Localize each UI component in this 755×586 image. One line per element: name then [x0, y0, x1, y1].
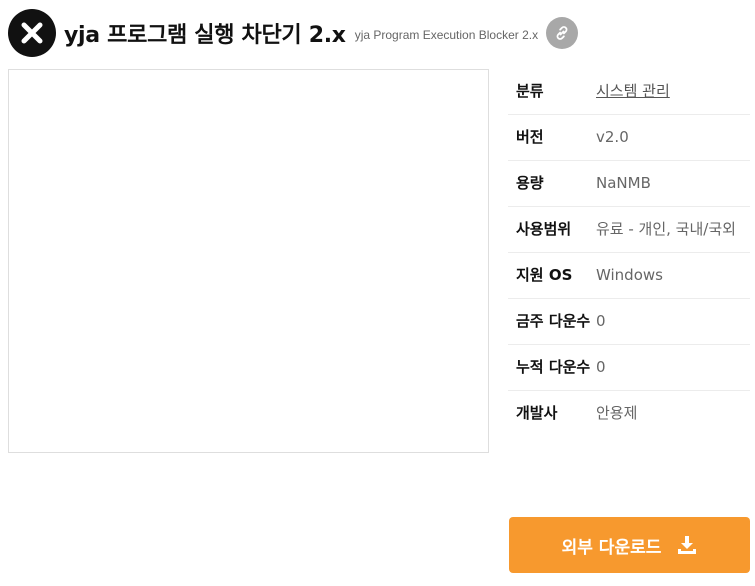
- page-subtitle: yja Program Execution Blocker 2.x: [354, 28, 539, 42]
- info-value: 0: [596, 312, 606, 330]
- info-label: 금주 다운수: [516, 312, 591, 330]
- info-value: 0: [596, 358, 606, 376]
- download-icon: [677, 535, 697, 555]
- info-value: NaNMB: [596, 174, 651, 192]
- page-header: yja 프로그램 실행 차단기 2.x yja Program Executio…: [8, 8, 579, 58]
- info-row-os: 지원 OS Windows: [508, 253, 750, 299]
- info-value: 안용제: [596, 404, 638, 422]
- category-link[interactable]: 시스템 관리: [596, 80, 750, 103]
- link-icon[interactable]: [546, 17, 579, 49]
- info-row-total-downloads: 누적 다운수 0: [508, 345, 750, 391]
- info-value: Windows: [596, 266, 663, 284]
- info-value: 유료 - 개인, 국내/국외: [596, 220, 736, 238]
- info-row-category: 분류 시스템 관리: [508, 69, 750, 115]
- info-label: 지원 OS: [516, 266, 573, 284]
- info-row-weekly-downloads: 금주 다운수 0: [508, 299, 750, 345]
- info-label: 개발사: [516, 404, 558, 422]
- page-title: yja 프로그램 실행 차단기 2.x: [64, 23, 346, 48]
- info-row-size: 용량 NaNMB: [508, 161, 750, 207]
- download-button-label: 외부 다운로드: [561, 537, 662, 558]
- info-label: 누적 다운수: [516, 358, 591, 376]
- info-row-license: 사용범위 유료 - 개인, 국내/국외: [508, 207, 750, 253]
- external-download-button[interactable]: 외부 다운로드: [509, 517, 750, 573]
- info-label: 분류: [516, 82, 544, 100]
- program-screenshot-area: [8, 69, 489, 453]
- info-row-developer: 개발사 안용제: [508, 391, 750, 436]
- program-info-table: 분류 시스템 관리 버전 v2.0 용량 NaNMB 사용범위 유료 - 개인,…: [508, 69, 750, 436]
- info-row-version: 버전 v2.0: [508, 115, 750, 161]
- info-label: 사용범위: [516, 220, 572, 238]
- info-label: 버전: [516, 128, 544, 146]
- info-value: v2.0: [596, 128, 629, 146]
- close-x-icon: [8, 9, 56, 57]
- info-label: 용량: [516, 174, 544, 192]
